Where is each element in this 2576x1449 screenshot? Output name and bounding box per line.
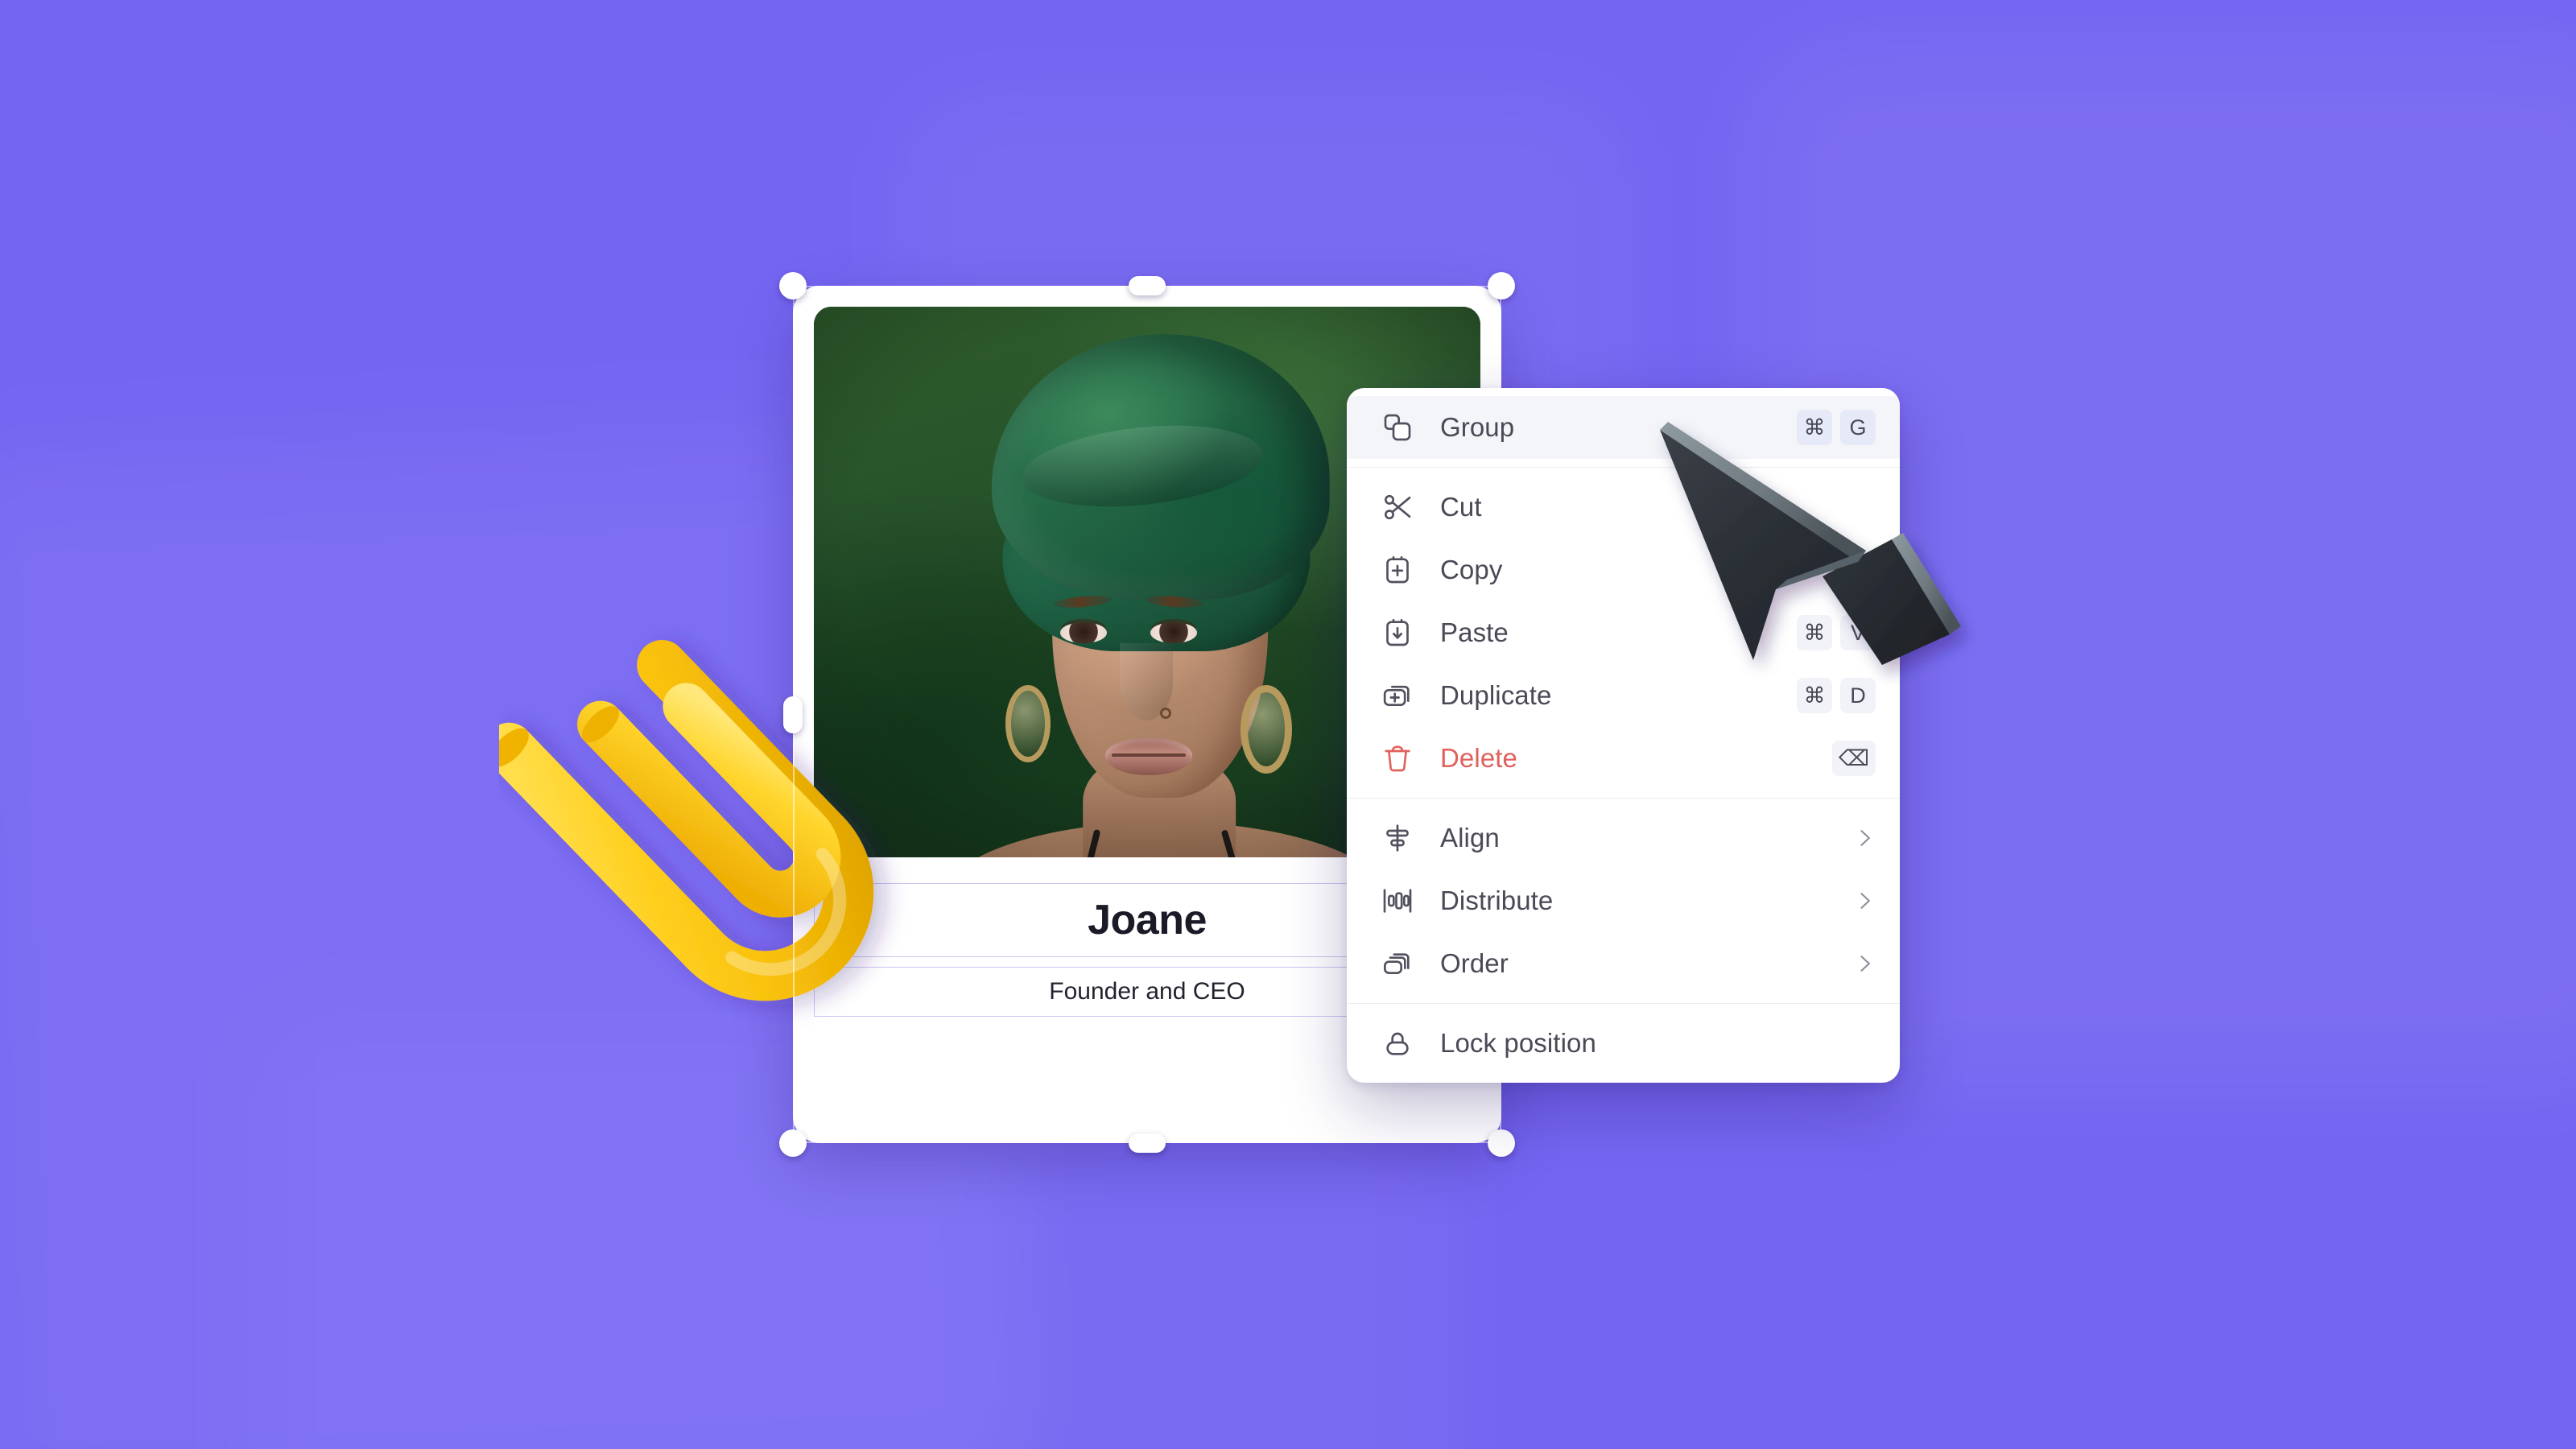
paste-icon: [1379, 614, 1416, 651]
menu-item-lock-position[interactable]: Lock position: [1347, 1012, 1900, 1075]
shortcut-key: ⌘: [1840, 552, 1876, 588]
shortcut-key: ⌘: [1797, 678, 1832, 713]
menu-item-label: Cut: [1440, 492, 1482, 522]
menu-item-shortcut: ⌘ D: [1797, 678, 1876, 713]
menu-item-label: Paste: [1440, 617, 1509, 647]
shortcut-key: ⌘: [1797, 410, 1832, 445]
menu-group-2: Align Distribute Order: [1347, 807, 1900, 995]
menu-item-paste[interactable]: Paste ⌘ V: [1347, 601, 1900, 664]
chevron-right-icon: [1848, 827, 1876, 849]
menu-item-label: Lock position: [1440, 1028, 1596, 1058]
menu-item-label: Delete: [1440, 743, 1517, 773]
order-icon: [1379, 945, 1416, 982]
menu-separator: [1347, 1003, 1900, 1004]
shortcut-key: G: [1840, 410, 1876, 445]
distribute-icon: [1379, 882, 1416, 919]
menu-item-cut[interactable]: Cut: [1347, 476, 1900, 539]
name-text: Joane: [1088, 897, 1207, 943]
trash-icon: [1379, 740, 1416, 777]
context-menu[interactable]: Group ⌘ G Cut Copy ⌘ Paste ⌘ V Duplicate ⌘ D Delete ⌫…: [1347, 388, 1900, 1083]
copy-icon: [1379, 551, 1416, 588]
chevron-right-icon: [1848, 890, 1876, 912]
menu-separator: [1347, 467, 1900, 468]
shortcut-key: V: [1840, 615, 1876, 650]
lock-icon: [1379, 1025, 1416, 1062]
menu-item-distribute[interactable]: Distribute: [1347, 869, 1900, 932]
menu-item-copy[interactable]: Copy ⌘: [1347, 539, 1900, 601]
menu-separator: [1347, 798, 1900, 799]
menu-item-label: Order: [1440, 948, 1509, 978]
job-title-text: Founder and CEO: [1049, 978, 1245, 1005]
menu-group-1: Cut Copy ⌘ Paste ⌘ V Duplicate ⌘ D Delete ⌫: [1347, 476, 1900, 790]
paperclip-graphic: [484, 515, 950, 1079]
chevron-right-icon: [1848, 952, 1876, 975]
menu-item-label: Duplicate: [1440, 680, 1552, 710]
menu-item-align[interactable]: Align: [1347, 807, 1900, 869]
menu-group-0: Group ⌘ G: [1347, 396, 1900, 459]
menu-item-delete[interactable]: Delete ⌫: [1347, 727, 1900, 790]
menu-item-group[interactable]: Group ⌘ G: [1347, 396, 1900, 459]
align-icon: [1379, 819, 1416, 857]
menu-group-3: Lock position: [1347, 1012, 1900, 1075]
menu-item-shortcut: ⌫: [1831, 741, 1876, 776]
menu-item-label: Align: [1440, 823, 1500, 852]
menu-item-label: Copy: [1440, 555, 1503, 584]
paperclip-svg: [484, 639, 874, 1001]
shortcut-key: ⌫: [1831, 741, 1876, 776]
group-icon: [1379, 409, 1416, 446]
menu-item-shortcut: ⌘ G: [1797, 410, 1876, 445]
menu-item-label: Group: [1440, 412, 1515, 442]
menu-item-shortcut: ⌘ V: [1797, 615, 1876, 650]
shortcut-key: D: [1840, 678, 1876, 713]
shortcut-key: ⌘: [1797, 615, 1832, 650]
menu-item-label: Distribute: [1440, 886, 1554, 915]
scissors-icon: [1379, 489, 1416, 526]
duplicate-icon: [1379, 677, 1416, 714]
menu-item-duplicate[interactable]: Duplicate ⌘ D: [1347, 664, 1900, 727]
menu-item-shortcut: ⌘: [1840, 552, 1876, 588]
menu-item-order[interactable]: Order: [1347, 932, 1900, 995]
